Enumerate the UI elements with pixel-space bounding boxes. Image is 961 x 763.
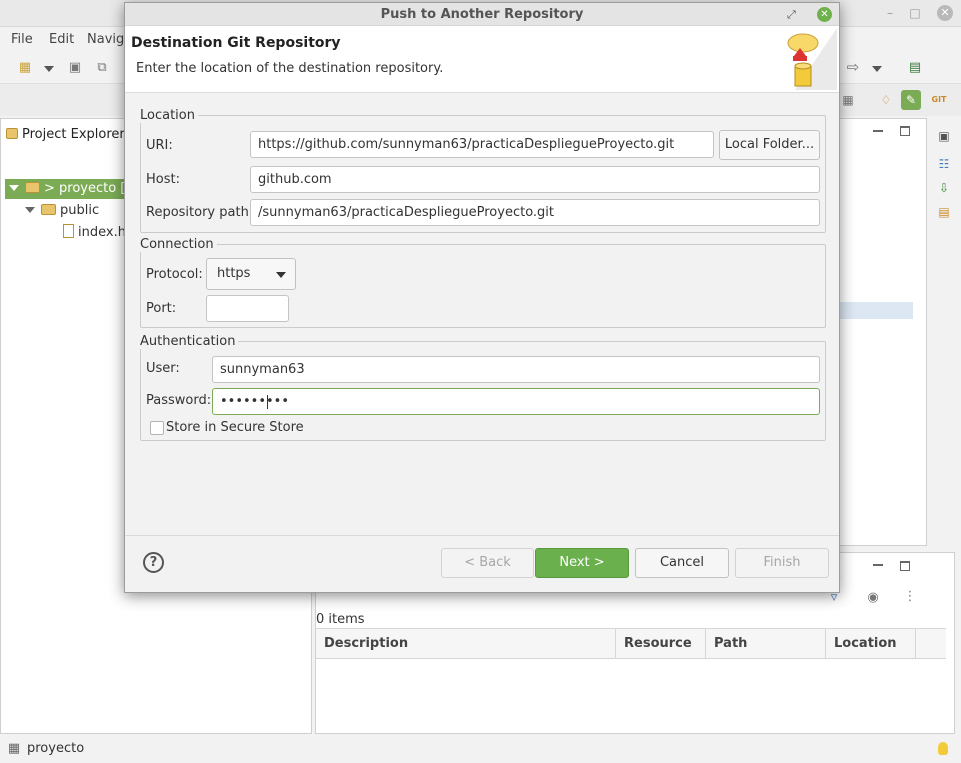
tasks-icon[interactable]: ▤ [936, 204, 952, 220]
java-perspective-icon[interactable]: ✎ [901, 90, 921, 110]
download-icon[interactable]: ⇩ [936, 180, 952, 196]
cancel-button[interactable]: Cancel [635, 548, 729, 578]
protocol-value: https [217, 266, 251, 281]
tree-item-index-label: index.h [78, 225, 126, 240]
dialog-titlebar: Push to Another Repository ⤢ ✕ [125, 3, 839, 26]
new-dropdown-icon[interactable] [44, 66, 54, 72]
port-label: Port: [146, 301, 177, 316]
restore-icon[interactable]: ⤢ [787, 8, 796, 22]
editor-selection [838, 302, 913, 319]
expand-icon[interactable] [9, 185, 19, 191]
forward-icon[interactable]: ⇨ [845, 59, 861, 75]
host-label: Host: [146, 172, 180, 187]
wizard-header: Destination Git Repository Enter the loc… [125, 26, 839, 93]
dialog-title: Push to Another Repository [380, 7, 584, 22]
problems-count: 0 items [316, 612, 365, 627]
finish-button[interactable]: Finish [735, 548, 829, 578]
local-folder-button[interactable]: Local Folder... [719, 130, 820, 160]
dialog-close-icon[interactable]: ✕ [817, 7, 832, 22]
save-all-icon[interactable]: ⧉ [94, 60, 110, 76]
team-perspective-icon[interactable]: ♢ [876, 90, 896, 110]
store-secure-checkbox[interactable] [150, 421, 164, 435]
menu-edit[interactable]: Edit [49, 32, 74, 47]
configure-icon[interactable]: ◉ [865, 590, 881, 606]
next-button[interactable]: Next > [535, 548, 629, 578]
maximize-view-icon[interactable] [900, 126, 910, 136]
maximize-icon[interactable]: □ [908, 6, 922, 20]
repository-path-input[interactable] [250, 199, 820, 226]
menu-file[interactable]: File [11, 32, 33, 47]
column-path[interactable]: Path [706, 629, 826, 658]
wizard-description: Enter the location of the destination re… [136, 61, 444, 76]
store-secure-label[interactable]: Store in Secure Store [166, 420, 304, 435]
push-wizard-banner-icon [787, 28, 837, 90]
uri-label: URI: [146, 138, 173, 153]
explorer-icon [6, 128, 18, 139]
chevron-down-icon [276, 272, 286, 278]
protocol-select[interactable]: https [206, 258, 296, 290]
save-icon[interactable]: ▣ [67, 60, 83, 76]
column-location[interactable]: Location [826, 629, 916, 658]
lightbulb-icon[interactable] [938, 742, 948, 755]
back-button[interactable]: < Back [441, 548, 534, 578]
column-resource[interactable]: Resource [616, 629, 706, 658]
project-icon [25, 182, 40, 193]
close-icon[interactable]: ✕ [937, 5, 953, 21]
help-icon[interactable]: ? [143, 552, 164, 573]
git-perspective-icon[interactable]: GIT [929, 90, 949, 110]
outline-icon[interactable]: ☷ [936, 156, 952, 172]
tree-item-index[interactable]: index.h [63, 223, 126, 243]
folder-icon [41, 204, 56, 215]
forward-dropdown-icon[interactable] [872, 66, 882, 72]
minimize-view-icon[interactable] [873, 130, 883, 132]
minimize-problems-icon[interactable] [873, 564, 883, 566]
footer-separator [125, 535, 839, 536]
tree-item-public-label: public [60, 203, 100, 218]
project-explorer-tab[interactable]: Project Explorer [6, 127, 125, 142]
protocol-label: Protocol: [146, 267, 203, 282]
maximize-problems-icon[interactable] [900, 561, 910, 571]
host-input[interactable] [250, 166, 820, 193]
uri-input[interactable] [250, 131, 714, 158]
connection-group-title: Connection [140, 237, 217, 252]
authentication-group-title: Authentication [140, 334, 239, 349]
password-label: Password: [146, 393, 212, 408]
project-status-icon: ▦ [7, 741, 21, 756]
tree-item-public[interactable]: public [25, 201, 99, 221]
menu-navigate[interactable]: Navig [87, 32, 124, 47]
open-perspective-icon[interactable]: ▤ [907, 60, 923, 76]
password-input[interactable] [212, 388, 820, 415]
problems-table-header: Description Resource Path Location [316, 628, 946, 659]
user-input[interactable] [212, 356, 820, 383]
tree-item-project-label: > proyecto [P [44, 181, 134, 196]
html-file-icon [63, 224, 74, 238]
repository-path-label: Repository path: [146, 205, 254, 220]
location-group-title: Location [140, 108, 198, 123]
user-label: User: [146, 361, 180, 376]
text-caret [267, 395, 268, 409]
new-icon[interactable]: ▦ [17, 60, 33, 76]
sync-perspective-icon[interactable]: ▦ [838, 90, 858, 110]
view-menu-icon[interactable]: ⋮ [902, 589, 918, 605]
column-description[interactable]: Description [316, 629, 616, 658]
minimize-icon[interactable]: – [883, 6, 897, 20]
status-bar: ▦ proyecto [0, 737, 961, 763]
project-explorer-title: Project Explorer [22, 127, 125, 142]
expand-icon[interactable] [25, 207, 35, 213]
status-text: proyecto [27, 741, 85, 756]
wizard-heading: Destination Git Repository [131, 35, 341, 51]
port-input[interactable] [206, 295, 289, 322]
push-dialog: Push to Another Repository ⤢ ✕ Destinati… [124, 2, 840, 593]
restore-icon[interactable]: ▣ [936, 128, 952, 144]
editor-area [838, 118, 927, 546]
